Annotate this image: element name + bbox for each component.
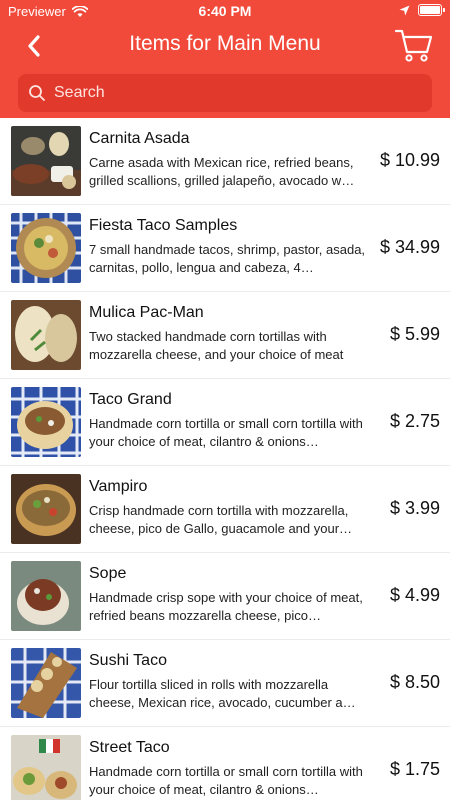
item-description: Handmade crisp sope with your choice of … xyxy=(89,590,363,623)
item-thumbnail xyxy=(11,387,81,457)
cart-icon xyxy=(394,29,433,62)
item-price: $ 4.99 xyxy=(389,585,440,605)
page-title: Items for Main Menu xyxy=(129,32,321,55)
item-thumbnail xyxy=(11,300,81,370)
item-name: Carnita Asada xyxy=(89,130,190,147)
menu-item-sushi-taco[interactable]: Sushi Taco Flour tortilla sliced in roll… xyxy=(0,640,450,727)
item-price: $ 5.99 xyxy=(389,324,440,344)
menu-list: Carnita Asada Carne asada with Mexican r… xyxy=(0,118,450,800)
item-description: Crisp handmade corn tortilla with mozzar… xyxy=(89,503,353,536)
item-description: Carne asada with Mexican rice, refried b… xyxy=(89,155,355,188)
nav-bar: Items for Main Menu xyxy=(0,22,450,70)
item-price: $ 1.75 xyxy=(389,759,440,779)
header: Previewer 6:40 PM Items for Main Menu xyxy=(0,0,450,118)
item-price: $ 3.99 xyxy=(389,498,440,518)
status-time: 6:40 PM xyxy=(198,3,252,19)
item-price: $ 34.99 xyxy=(379,237,440,257)
menu-item-fiesta-taco-samples[interactable]: Fiesta Taco Samples 7 small handmade tac… xyxy=(0,205,450,292)
item-description: Handmade corn tortilla or small corn tor… xyxy=(89,416,363,449)
menu-item-mulica-pac-man[interactable]: Mulica Pac-Man Two stacked handmade corn… xyxy=(0,292,450,379)
item-name: Street Taco xyxy=(89,739,170,756)
item-price: $ 2.75 xyxy=(389,411,440,431)
location-arrow-icon xyxy=(399,5,410,15)
item-thumbnail xyxy=(11,648,81,718)
item-name: Sope xyxy=(89,565,127,582)
status-right xyxy=(399,4,445,16)
item-description: Handmade corn tortilla or small corn tor… xyxy=(89,764,363,797)
item-name: Vampiro xyxy=(89,478,148,495)
menu-item-sope[interactable]: Sope Handmade crisp sope with your choic… xyxy=(0,553,450,640)
item-thumbnail xyxy=(11,126,81,196)
item-thumbnail xyxy=(11,213,81,283)
search-icon xyxy=(29,85,45,101)
search-bar[interactable] xyxy=(18,74,432,112)
item-description: 7 small handmade tacos, shrimp, pastor, … xyxy=(89,242,366,275)
item-thumbnail xyxy=(11,474,81,544)
item-name: Fiesta Taco Samples xyxy=(89,217,238,234)
menu-item-taco-grand[interactable]: Taco Grand Handmade corn tortilla or sma… xyxy=(0,379,450,466)
item-price: $ 10.99 xyxy=(379,150,440,170)
item-description: Two stacked handmade corn tortillas with… xyxy=(89,329,344,362)
item-thumbnail xyxy=(11,735,81,800)
menu-item-street-taco[interactable]: Street Taco Handmade corn tortilla or sm… xyxy=(0,727,450,800)
item-thumbnail xyxy=(11,561,81,631)
item-name: Mulica Pac-Man xyxy=(89,304,204,321)
item-price: $ 8.50 xyxy=(389,672,440,692)
item-name: Sushi Taco xyxy=(89,652,167,669)
item-description: Flour tortilla sliced in rolls with mozz… xyxy=(89,677,356,710)
menu-item-vampiro[interactable]: Vampiro Crisp handmade corn tortilla wit… xyxy=(0,466,450,553)
battery-icon xyxy=(418,4,445,16)
search-input[interactable] xyxy=(54,84,414,102)
item-name: Taco Grand xyxy=(89,391,172,408)
status-bar: Previewer 6:40 PM xyxy=(0,0,450,22)
menu-item-carnita-asada[interactable]: Carnita Asada Carne asada with Mexican r… xyxy=(0,118,450,205)
cart-button[interactable] xyxy=(394,26,434,64)
